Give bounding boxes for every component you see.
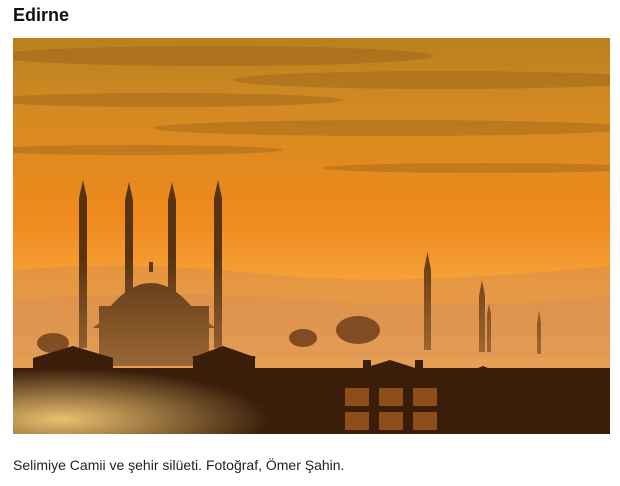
article-title: Edirne bbox=[13, 5, 70, 25]
photo-caption: Selimiye Camii ve şehir silüeti. Fotoğra… bbox=[13, 457, 345, 473]
article-photo bbox=[13, 38, 610, 434]
